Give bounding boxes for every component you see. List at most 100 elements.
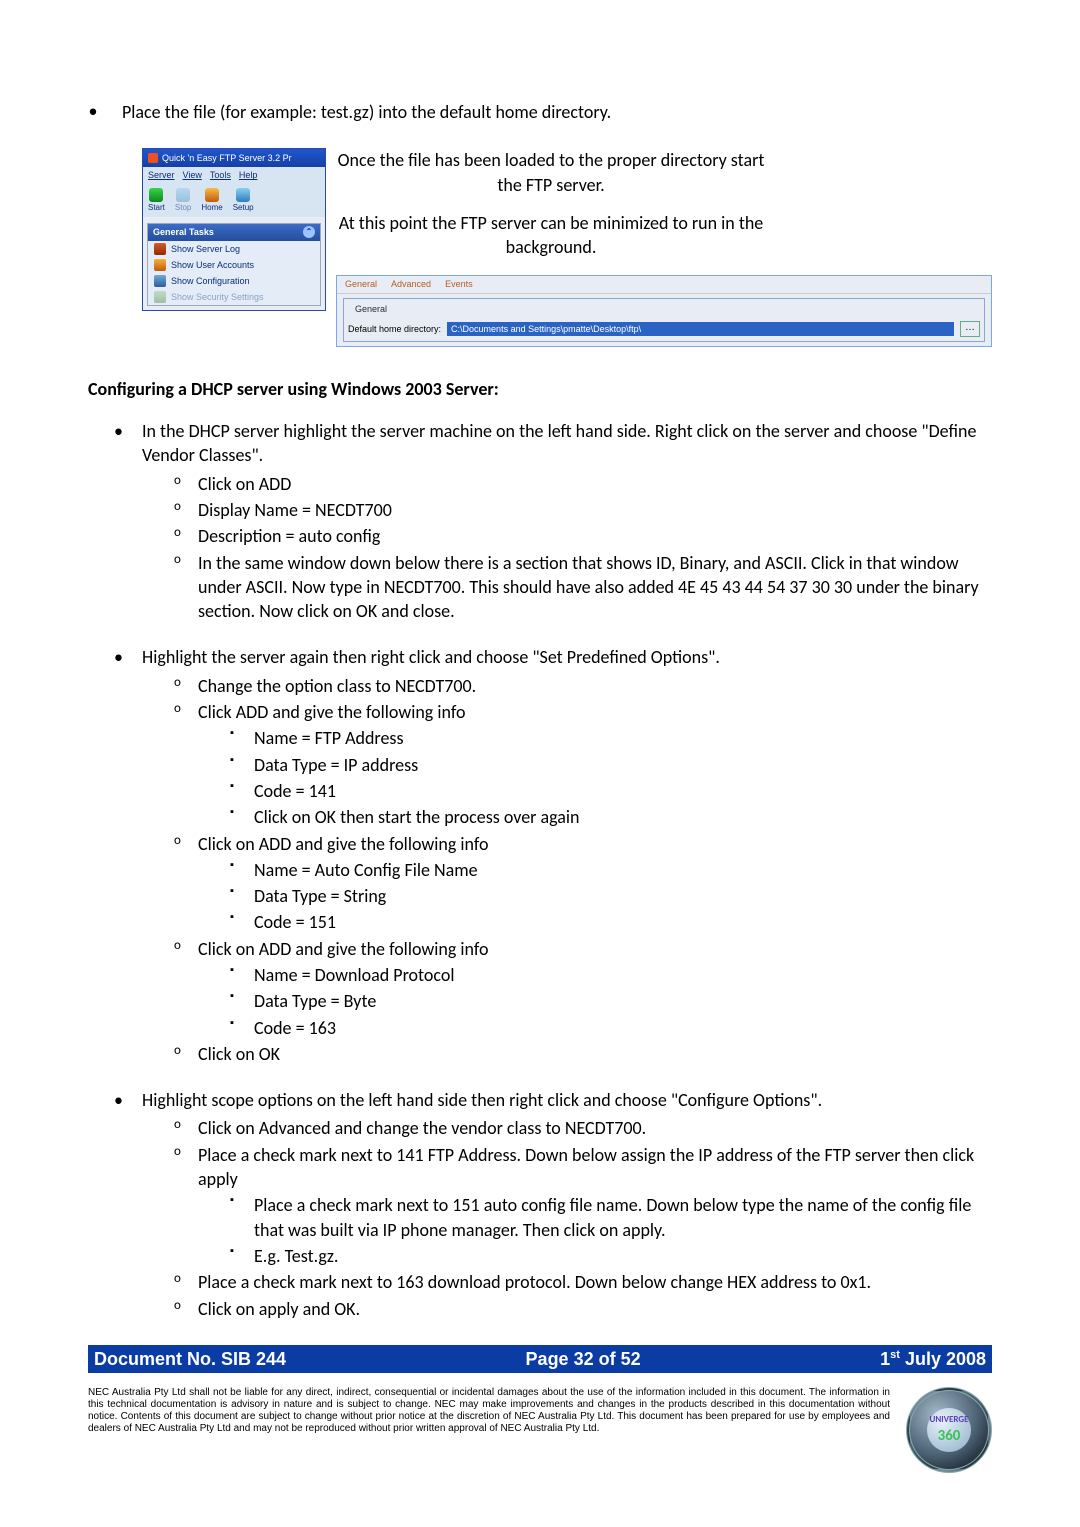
home-button[interactable]: Home (201, 188, 222, 214)
l3-item: Name = Download Protocol (254, 963, 992, 987)
menu-help[interactable]: Help (239, 169, 258, 181)
date-super: st (890, 1349, 900, 1361)
dhcp-step-3: Highlight scope options on the left hand… (142, 1088, 992, 1321)
start-icon (149, 188, 163, 202)
text: Click ADD and give the following info (198, 701, 465, 723)
home-icon (205, 188, 219, 202)
setup-button[interactable]: Setup (233, 188, 254, 214)
l2-item: Description = auto config (198, 524, 992, 548)
group-title-general: General (352, 303, 390, 315)
dhcp-step-2: Highlight the server again then right cl… (142, 645, 992, 1066)
l3-item: Data Type = String (254, 884, 992, 908)
ftp-menu-bar[interactable]: Server View Tools Help (143, 167, 325, 183)
ftp-instructions: Once the file has been loaded to the pro… (336, 148, 766, 259)
l2-item: Click ADD and give the following info Na… (198, 700, 992, 829)
l3-item: Code = 141 (254, 779, 992, 803)
browse-button[interactable]: … (960, 321, 980, 337)
doc-date: 1st July 2008 (880, 1347, 986, 1371)
l3-item: Code = 151 (254, 910, 992, 934)
l3-item: E.g. Test.gz. (254, 1244, 992, 1268)
default-home-path-field[interactable]: C:\Documents and Settings\pmatte\Desktop… (447, 322, 954, 336)
l2-item: Display Name = NECDT700 (198, 498, 992, 522)
heading-dhcp: Configuring a DHCP server using Windows … (88, 377, 992, 401)
start-button[interactable]: Start (148, 188, 165, 214)
page-indicator: Page 32 of 52 (286, 1347, 880, 1371)
l3-item: Data Type = IP address (254, 753, 992, 777)
univerge-360-logo: UNIVERGE 360 (906, 1387, 992, 1473)
stop-icon (176, 188, 190, 202)
task-label: Show Server Log (171, 243, 240, 255)
l2-item: Click on ADD (198, 472, 992, 496)
ftp-instr-2: At this point the FTP server can be mini… (336, 211, 766, 260)
doc-number: Document No. SIB 244 (94, 1347, 286, 1371)
tab-advanced[interactable]: Advanced (391, 278, 431, 290)
l2-item: Click on ADD and give the following info… (198, 937, 992, 1040)
stop-button[interactable]: Stop (175, 188, 191, 214)
security-icon (154, 291, 166, 303)
l3-item: Place a check mark next to 151 auto conf… (254, 1193, 992, 1242)
text: Click on ADD and give the following info (198, 938, 488, 960)
task-label: Show User Accounts (171, 259, 254, 271)
l2-item: Click on Advanced and change the vendor … (198, 1116, 992, 1140)
stop-label: Stop (175, 203, 191, 214)
home-label: Home (201, 203, 222, 214)
page-current: 32 (574, 1349, 594, 1369)
l2-item: Place a check mark next to 141 FTP Addre… (198, 1143, 992, 1268)
text: Highlight the server again then right cl… (142, 646, 720, 668)
l2-item: In the same window down below there is a… (198, 551, 992, 624)
intro-text: Place the file (for example: test.gz) in… (122, 100, 611, 124)
l2-item: Click on apply and OK. (198, 1297, 992, 1321)
start-label: Start (148, 203, 165, 214)
l3-item: Code = 163 (254, 1016, 992, 1040)
l3-item: Data Type = Byte (254, 989, 992, 1013)
bullet-dot: • (88, 100, 98, 124)
task-show-server-log[interactable]: Show Server Log (148, 241, 320, 257)
l3-item: Name = FTP Address (254, 726, 992, 750)
setup-icon (236, 188, 250, 202)
logo-number: 360 (938, 1426, 961, 1446)
text: Page (526, 1349, 574, 1369)
panel-title: General Tasks (153, 226, 214, 238)
l3-item: Click on OK then start the process over … (254, 805, 992, 829)
l2-item: Place a check mark next to 163 download … (198, 1270, 992, 1294)
menu-server[interactable]: Server (148, 169, 175, 181)
ftp-app-icon (148, 153, 158, 163)
ftp-title-bar: Quick 'n Easy FTP Server 3.2 Pr (143, 149, 325, 167)
dhcp-step-1: In the DHCP server highlight the server … (142, 419, 992, 623)
collapse-icon[interactable]: ⌃ (303, 226, 315, 238)
task-label: Show Security Settings (171, 291, 264, 303)
l2-item: Change the option class to NECDT700. (198, 674, 992, 698)
text: Place a check mark next to 141 FTP Addre… (198, 1144, 974, 1190)
menu-view[interactable]: View (183, 169, 202, 181)
task-show-configuration[interactable]: Show Configuration (148, 273, 320, 289)
text: of (594, 1349, 621, 1369)
disclaimer-text: NEC Australia Pty Ltd shall not be liabl… (88, 1387, 890, 1435)
menu-tools[interactable]: Tools (210, 169, 231, 181)
ftp-title-text: Quick 'n Easy FTP Server 3.2 Pr (162, 152, 292, 164)
ftp-options-window: General Advanced Events General Default … (336, 275, 992, 346)
text: Click on ADD and give the following info (198, 833, 488, 855)
text: Highlight scope options on the left hand… (142, 1089, 822, 1111)
setup-label: Setup (233, 203, 254, 214)
ftp-window: Quick 'n Easy FTP Server 3.2 Pr Server V… (142, 148, 326, 311)
tab-events[interactable]: Events (445, 278, 473, 290)
text: In the DHCP server highlight the server … (142, 420, 976, 466)
ftp-instr-1: Once the file has been loaded to the pro… (336, 148, 766, 197)
tab-general[interactable]: General (345, 278, 377, 290)
l2-item: Click on ADD and give the following info… (198, 832, 992, 935)
ftp-toolbar: Start Stop Home Setup (143, 184, 325, 218)
footer-bar: Document No. SIB 244 Page 32 of 52 1st J… (88, 1345, 992, 1373)
page-total: 52 (621, 1349, 641, 1369)
text: 1 (880, 1349, 890, 1369)
l3-item: Name = Auto Config File Name (254, 858, 992, 882)
user-accounts-icon (154, 259, 166, 271)
task-label: Show Configuration (171, 275, 250, 287)
log-viewer-icon (154, 243, 166, 255)
default-home-label: Default home directory: (348, 323, 441, 335)
task-show-security[interactable]: Show Security Settings (148, 289, 320, 305)
text: July 2008 (900, 1349, 986, 1369)
task-show-user-accounts[interactable]: Show User Accounts (148, 257, 320, 273)
general-tasks-panel: General Tasks ⌃ Show Server Log Show Use… (147, 223, 321, 306)
l2-item: Click on OK (198, 1042, 992, 1066)
logo-brand: UNIVERGE (929, 1414, 968, 1426)
